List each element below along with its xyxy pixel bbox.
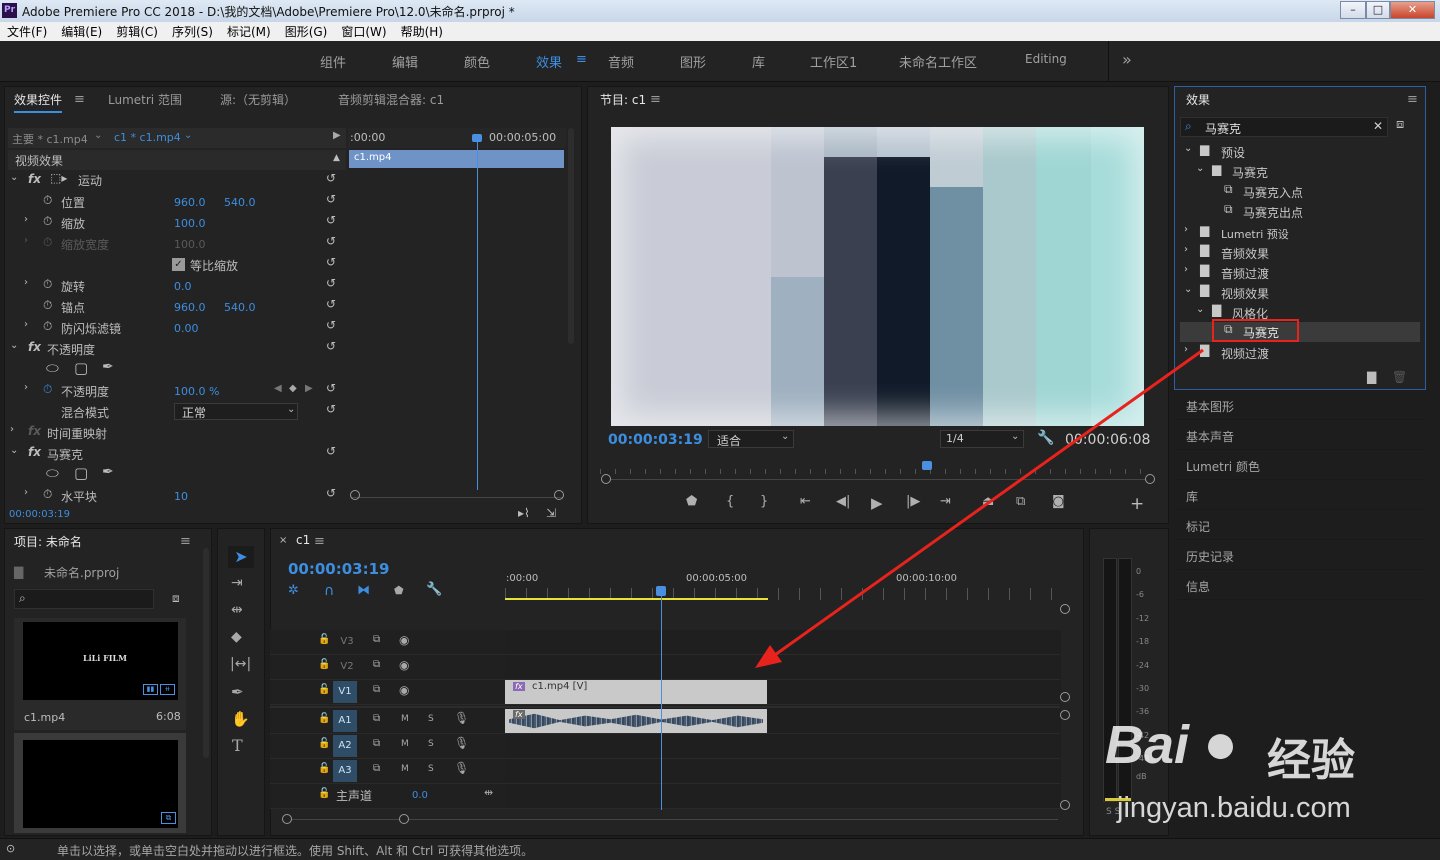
baidu-watermark: Bai ● 经验 jingyan.baidu.com [1105,700,1435,830]
arrow-head [755,645,782,668]
status-icon: ⊙ [6,842,16,855]
status-bar: ⊙ 单击以选择，或单击空白处并拖动以进行框选。使用 Shift、Alt 和 Ct… [0,838,1440,860]
arrow-shaft [771,348,1204,659]
watermark-brand-text: Bai [1105,715,1190,775]
watermark-jingyan-text: 经验 [1267,736,1355,785]
paw-icon: ● [1203,711,1239,776]
watermark-url-text: jingyan.baidu.com [1117,792,1351,824]
status-text: 单击以选择，或单击空白处并拖动以进行框选。使用 Shift、Alt 和 Ctrl… [57,844,534,858]
